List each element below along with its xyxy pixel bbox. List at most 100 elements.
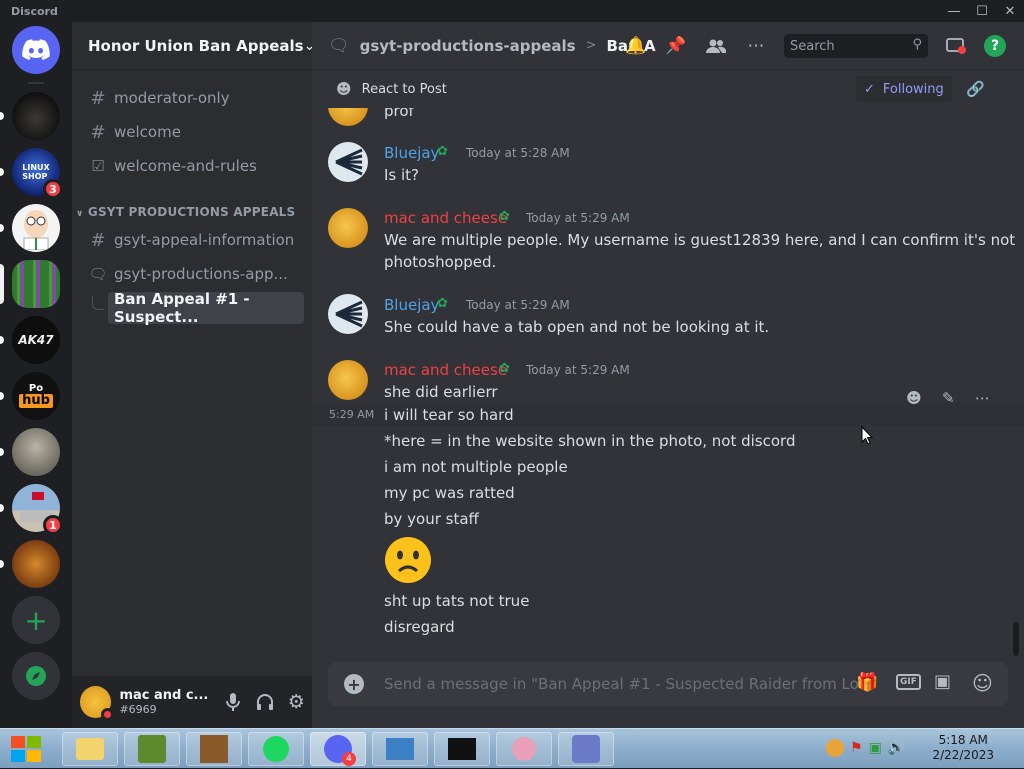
server-dark[interactable] xyxy=(0,92,60,140)
breadcrumb-forum[interactable]: gsyt-productions-appeals xyxy=(360,37,576,55)
server-peter[interactable] xyxy=(0,204,60,252)
avatar[interactable] xyxy=(328,294,368,334)
avatar[interactable] xyxy=(328,360,368,400)
gift-icon[interactable]: 🎁 xyxy=(856,672,878,693)
emoji-picker-icon[interactable]: ☺ xyxy=(972,671,993,695)
remote-desktop-icon[interactable] xyxy=(372,732,428,766)
action-center-flag-icon[interactable]: ⚑ xyxy=(850,740,863,756)
server-flag[interactable]: 1 xyxy=(0,484,63,535)
message-timestamp: Today at 5:29 AM xyxy=(526,211,630,225)
snipping-tool-icon[interactable] xyxy=(496,732,552,766)
channel-sidebar: Honor Union Ban Appeals ⌄ # moderator-on… xyxy=(72,22,315,728)
search-placeholder: Search xyxy=(790,38,835,54)
check-icon: ✓ xyxy=(864,81,875,97)
message-text: *here = in the website shown in the phot… xyxy=(384,432,796,450)
add-reaction-icon[interactable]: ☻ xyxy=(906,389,922,407)
avatar[interactable] xyxy=(328,108,368,126)
chevron-down-icon: ∨ xyxy=(76,209,84,219)
message-author[interactable]: Bluejay xyxy=(384,144,439,162)
start-button[interactable] xyxy=(8,733,44,765)
channel-label: Ban Appeal #1 - Suspect... xyxy=(114,290,250,326)
spotify-icon[interactable] xyxy=(248,732,304,766)
message-text: i will tear so hard xyxy=(384,406,514,424)
bell-icon[interactable]: 🔔 xyxy=(624,34,648,58)
taskbar-clock[interactable]: 5:18 AM 2/22/2023 xyxy=(932,733,994,763)
following-button[interactable]: ✓ Following xyxy=(856,76,952,102)
close-icon[interactable]: ✕ xyxy=(996,0,1024,22)
message-timestamp: Today at 5:29 AM xyxy=(526,363,630,377)
channel-label: welcome xyxy=(114,123,181,141)
show-hidden-icons-icon[interactable] xyxy=(826,739,844,757)
mic-icon[interactable] xyxy=(218,686,249,718)
volume-icon[interactable]: 🔊 xyxy=(888,740,905,756)
minecraft-icon[interactable] xyxy=(186,732,242,766)
hover-timestamp: 5:29 AM xyxy=(329,408,375,421)
message-author[interactable]: mac and cheese xyxy=(384,361,507,379)
more-icon[interactable]: ⋯ xyxy=(975,389,990,407)
sticker-icon[interactable]: ▣ xyxy=(934,671,951,692)
thread-view: 🗨 gsyt-productions-appeals > Ban A 🔔 📌 ⋯… xyxy=(312,22,1024,728)
category-header[interactable]: ∨ GSYT PRODUCTIONS APPEALS xyxy=(76,205,295,219)
avatar[interactable] xyxy=(80,686,115,721)
hash-icon: # xyxy=(90,121,106,143)
avatar[interactable] xyxy=(328,208,368,248)
link-icon[interactable]: 🔗 xyxy=(966,80,985,98)
hash-icon: # xyxy=(90,229,106,251)
dnd-status-icon xyxy=(101,708,115,721)
channel-welcome[interactable]: # welcome xyxy=(80,116,304,148)
server-linux-shop[interactable]: LINUX SHOP 3 xyxy=(0,148,63,199)
thread-spine xyxy=(92,296,104,310)
file-explorer-icon[interactable] xyxy=(62,732,118,766)
channel-moderator-only[interactable]: # moderator-only xyxy=(80,82,304,114)
server-statue[interactable] xyxy=(0,428,60,476)
upload-plus-icon[interactable]: + xyxy=(344,674,364,694)
server-hub[interactable]: Po hub xyxy=(0,372,60,420)
gif-icon[interactable]: GIF xyxy=(896,674,921,690)
discord-taskbar-icon[interactable]: 4 xyxy=(310,732,366,766)
add-server-button[interactable]: + xyxy=(12,596,60,644)
channel-welcome-and-rules[interactable]: ☑ welcome-and-rules xyxy=(80,150,304,182)
emoji-add-icon: ☻ xyxy=(336,80,352,98)
guild-header[interactable]: Honor Union Ban Appeals ⌄ xyxy=(72,22,315,70)
explore-servers-button[interactable] xyxy=(12,652,60,700)
react-to-post-label: React to Post xyxy=(361,81,447,97)
server-ak47[interactable]: AK47 xyxy=(0,316,60,364)
screen-share-icon[interactable] xyxy=(944,34,968,58)
headphones-icon[interactable] xyxy=(249,686,280,718)
scrollbar-thumb[interactable] xyxy=(1013,622,1019,656)
plus-icon: + xyxy=(12,596,60,644)
message-author[interactable]: mac and cheese xyxy=(384,209,507,227)
user-panel: mac and c... #6969 ⚙ xyxy=(72,676,312,728)
topbar: 🗨 gsyt-productions-appeals > Ban A 🔔 📌 ⋯… xyxy=(312,22,1024,70)
server-rail: LINUX SHOP 3 AK47 Po hub 1 + xyxy=(0,22,72,728)
user-info[interactable]: mac and c... #6969 xyxy=(119,688,217,716)
gear-icon[interactable]: ⚙ xyxy=(281,686,312,718)
network-icon[interactable]: ▣ xyxy=(869,740,882,756)
role-icon: ✿ xyxy=(499,209,510,224)
title-bar: Discord — ☐ ✕ xyxy=(0,0,1024,22)
discord-home-button[interactable] xyxy=(12,26,60,74)
minimize-icon[interactable]: — xyxy=(940,0,968,22)
avatar[interactable] xyxy=(328,142,368,182)
message-author[interactable]: Bluejay xyxy=(384,296,439,314)
more-icon[interactable]: ⋯ xyxy=(744,34,768,58)
help-icon[interactable]: ? xyxy=(984,35,1006,57)
search-input[interactable]: Search ⚲ xyxy=(784,34,928,58)
members-icon[interactable] xyxy=(704,34,728,58)
channel-gsyt-productions-appeals[interactable]: 🗨 gsyt-productions-app... xyxy=(80,258,304,290)
role-icon: ✿ xyxy=(437,296,448,311)
role-icon: ✿ xyxy=(437,144,448,159)
react-to-post-button[interactable]: ☻ React to Post xyxy=(336,80,447,98)
game-icon[interactable] xyxy=(558,732,614,766)
pin-icon[interactable]: 📌 xyxy=(664,34,688,58)
compass-icon xyxy=(12,652,60,700)
server-burger[interactable] xyxy=(0,540,60,588)
maximize-icon[interactable]: ☐ xyxy=(968,0,996,22)
edit-icon[interactable]: ✎ xyxy=(942,389,955,407)
server-honor-union[interactable] xyxy=(0,260,60,308)
minecraft-launcher-icon[interactable] xyxy=(124,732,180,766)
terminal-icon[interactable] xyxy=(434,732,490,766)
message-composer[interactable]: + Send a message in "Ban Appeal #1 - Sus… xyxy=(328,662,1008,706)
thread-ban-appeal-1[interactable]: Ban Appeal #1 - Suspect... xyxy=(108,290,304,326)
channel-gsyt-appeal-information[interactable]: # gsyt-appeal-information xyxy=(80,224,304,256)
